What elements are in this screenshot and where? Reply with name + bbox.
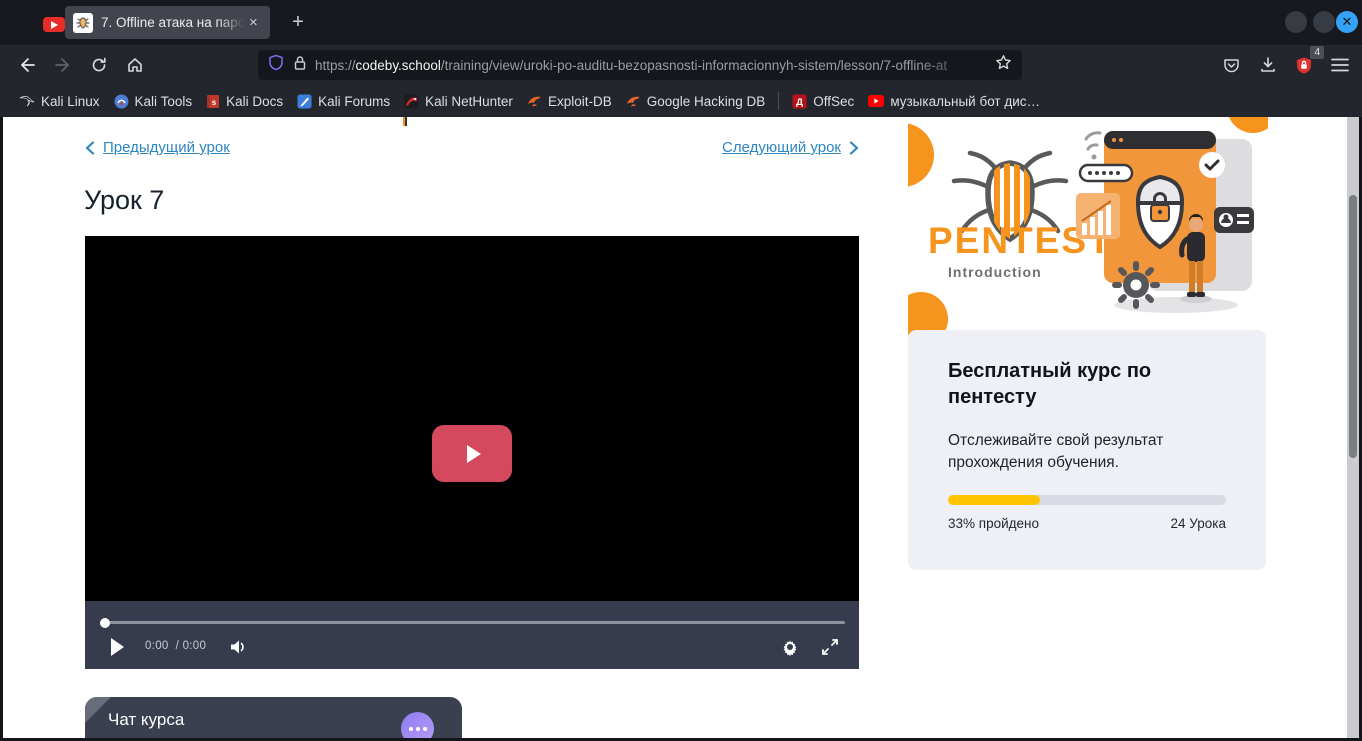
- course-progress-fill: [948, 495, 1040, 505]
- video-big-play-button[interactable]: [432, 425, 512, 482]
- course-card-title: Бесплатный курс по пентесту: [948, 358, 1238, 410]
- scrollbar-thumb[interactable]: [1349, 195, 1357, 458]
- svg-text:s: s: [212, 98, 217, 107]
- page-scrollbar[interactable]: [1347, 117, 1359, 741]
- fullscreen-icon: [821, 638, 839, 656]
- svg-text:Introduction: Introduction: [948, 264, 1042, 280]
- next-lesson-link[interactable]: Следующий урок: [722, 139, 859, 156]
- youtube-icon[interactable]: [43, 17, 65, 32]
- tab-active[interactable]: 7. Offline атака на пароли ×: [65, 6, 270, 39]
- svg-text:Д: Д: [796, 97, 803, 108]
- bookmarks-separator: [778, 92, 779, 110]
- minimize-button[interactable]: [1285, 11, 1307, 33]
- bookmark-kali-forums[interactable]: Kali Forums: [290, 91, 397, 112]
- kali-dragon-icon: [19, 93, 35, 109]
- chevron-right-icon: [849, 141, 859, 155]
- video-player: 0:00 / 0:00: [85, 236, 859, 669]
- browser-window: 7. Offline атака на пароли × + ✕ https:/…: [0, 0, 1362, 741]
- video-screen[interactable]: [85, 236, 859, 601]
- bookmark-star-icon[interactable]: [995, 54, 1012, 76]
- forward-button[interactable]: [50, 52, 76, 78]
- close-window-button[interactable]: ✕: [1336, 11, 1358, 33]
- clipped-heading-fragment: [403, 117, 407, 126]
- play-icon: [109, 637, 125, 657]
- kali-nethunter-icon: [404, 94, 419, 109]
- lock-icon[interactable]: [293, 55, 307, 76]
- video-settings-button[interactable]: [777, 634, 803, 660]
- tab-title: 7. Offline атака на пароли: [101, 15, 247, 30]
- bookmarks-toolbar: Kali Linux Kali Tools s Kali Docs Kali F…: [0, 85, 1362, 117]
- video-seek-bar[interactable]: [104, 621, 845, 624]
- bookmark-music-bot[interactable]: музыкальный бот дис…: [861, 91, 1047, 112]
- youtube-icon: [868, 95, 884, 107]
- course-card-description: Отслеживайте свой результат прохождения …: [948, 430, 1238, 474]
- page-content: Предыдущий урок Следующий урок Урок 7: [0, 117, 1362, 741]
- lessons-count-label: 24 Урока: [1171, 516, 1226, 531]
- bookmark-kali-tools[interactable]: Kali Tools: [107, 91, 200, 112]
- window-border-left: [0, 117, 3, 741]
- reload-button[interactable]: [86, 52, 112, 78]
- lesson-navigation: Предыдущий урок Следующий урок: [85, 139, 859, 159]
- ghdb-icon: [626, 94, 641, 108]
- bookmark-exploit-db[interactable]: Exploit-DB: [520, 91, 619, 112]
- codeby-bug-icon: [73, 13, 93, 33]
- volume-button[interactable]: [225, 634, 251, 660]
- kali-forums-icon: [297, 94, 312, 109]
- bookmark-kali-docs[interactable]: s Kali Docs: [199, 91, 290, 112]
- tab-close-icon[interactable]: ×: [249, 15, 258, 30]
- back-button[interactable]: [14, 52, 40, 78]
- chevron-left-icon: [85, 141, 95, 155]
- extension-badge: 4: [1310, 46, 1324, 59]
- url-bar[interactable]: https://codeby.school/training/view/urok…: [258, 50, 1022, 80]
- exploit-db-icon: [527, 94, 542, 108]
- video-time: 0:00 / 0:00: [145, 640, 206, 652]
- course-banner[interactable]: PENTEST Introduction: [908, 117, 1268, 335]
- bookmark-offsec[interactable]: Д OffSec: [785, 91, 861, 112]
- play-icon: [459, 441, 485, 467]
- video-seek-handle[interactable]: [100, 618, 110, 628]
- downloads-icon[interactable]: [1255, 52, 1281, 78]
- lesson-title: Урок 7: [84, 185, 164, 216]
- home-button[interactable]: [122, 52, 148, 78]
- course-progress-labels: 33% пройдено 24 Урока: [948, 516, 1226, 531]
- kali-docs-icon: s: [206, 94, 220, 109]
- video-controls: 0:00 / 0:00: [85, 601, 859, 669]
- progress-percent-label: 33% пройдено: [948, 516, 1039, 531]
- tab-bar: 7. Offline атака на пароли × + ✕: [0, 0, 1362, 45]
- maximize-button[interactable]: [1313, 11, 1335, 33]
- new-tab-button[interactable]: +: [286, 11, 310, 35]
- bookmark-google-hacking-db[interactable]: Google Hacking DB: [619, 91, 773, 112]
- pocket-icon[interactable]: [1218, 52, 1244, 78]
- menu-hamburger-icon[interactable]: [1327, 52, 1353, 78]
- adblock-extension-icon[interactable]: 4: [1291, 52, 1317, 78]
- gear-icon: [780, 637, 800, 657]
- video-play-button[interactable]: [105, 634, 129, 660]
- chat-bubble-icon[interactable]: [401, 712, 434, 741]
- bookmark-kali-linux[interactable]: Kali Linux: [12, 90, 107, 112]
- pentest-banner-art: PENTEST Introduction: [908, 117, 1268, 335]
- course-progress-card: Бесплатный курс по пентесту Отслеживайте…: [908, 330, 1266, 570]
- url-text: https://codeby.school/training/view/urok…: [315, 58, 995, 73]
- course-chat-widget[interactable]: Чат курса: [85, 697, 462, 741]
- bookmark-kali-nethunter[interactable]: Kali NetHunter: [397, 91, 520, 112]
- volume-icon: [228, 637, 248, 657]
- tracking-shield-icon[interactable]: [268, 54, 284, 76]
- fullscreen-button[interactable]: [817, 634, 843, 660]
- kali-tools-icon: [114, 94, 129, 109]
- course-progress-bar: [948, 495, 1226, 505]
- offsec-icon: Д: [792, 94, 807, 109]
- previous-lesson-link[interactable]: Предыдущий урок: [85, 139, 230, 156]
- chat-title: Чат курса: [108, 710, 184, 730]
